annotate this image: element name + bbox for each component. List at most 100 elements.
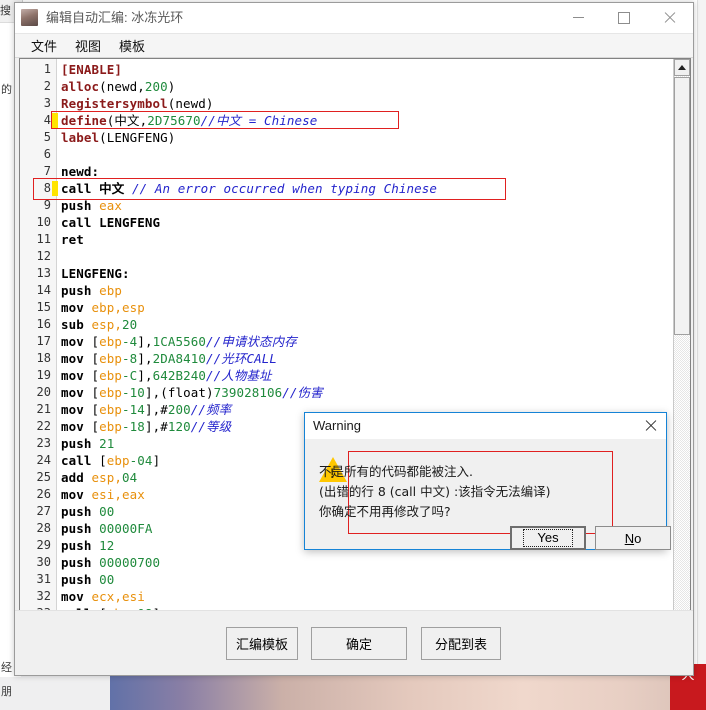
code-text-area[interactable]: [ENABLE] alloc(newd,200) Registersymbol(… bbox=[57, 59, 690, 644]
dialog-message-line-2: (出错的行 8 (call 中文) :该指令无法编译) bbox=[319, 481, 551, 500]
code-line-25: add esp,04 bbox=[61, 469, 137, 486]
code-editor[interactable]: 1234567891011121314151617181920212223242… bbox=[19, 58, 691, 645]
dialog-title-bar[interactable]: Warning bbox=[305, 413, 666, 439]
dialog-close-button[interactable] bbox=[636, 413, 666, 438]
dialog-body: ! 不是所有的代码都能被注入. (出错的行 8 (call 中文) :该指令无法… bbox=[305, 439, 666, 549]
line-number-13: 13 bbox=[21, 265, 51, 282]
editor-vertical-scrollbar[interactable] bbox=[673, 59, 690, 644]
menu-item-template[interactable]: 模板 bbox=[110, 34, 154, 57]
code-line-1: [ENABLE] bbox=[61, 61, 122, 78]
line-number-5: 5 bbox=[21, 129, 51, 146]
dialog-no-button[interactable]: No bbox=[595, 526, 671, 550]
line-number-11: 11 bbox=[21, 231, 51, 248]
line-number-23: 23 bbox=[21, 435, 51, 452]
code-line-29: push 12 bbox=[61, 537, 114, 554]
code-line-8: call 中文 // An error occurred when typing… bbox=[61, 180, 437, 197]
line-number-20: 20 bbox=[21, 384, 51, 401]
code-line-32: mov ecx,esi bbox=[61, 588, 145, 605]
bottom-button-bar: 汇编模板 确定 分配到表 bbox=[15, 610, 693, 675]
line-number-26: 26 bbox=[21, 486, 51, 503]
code-line-17: mov [ebp-4],1CA5560//申请状态内存 bbox=[61, 333, 297, 350]
code-line-10: call LENGFENG bbox=[61, 214, 160, 231]
line-number-27: 27 bbox=[21, 503, 51, 520]
code-line-16: sub esp,20 bbox=[61, 316, 137, 333]
dialog-no-label-prefix: N bbox=[625, 531, 634, 546]
line-number-1: 1 bbox=[21, 61, 51, 78]
dialog-title: Warning bbox=[313, 413, 361, 439]
title-bar[interactable]: 编辑自动汇编: 冰冻光环 bbox=[15, 3, 693, 34]
code-line-3: Registersymbol(newd) bbox=[61, 95, 214, 112]
line-number-16: 16 bbox=[21, 316, 51, 333]
code-line-20: mov [ebp-10],(float)739028106//伤害 bbox=[61, 384, 323, 401]
dialog-message-line-1: 不是所有的代码都能被注入. bbox=[319, 461, 473, 480]
line-number-2: 2 bbox=[21, 78, 51, 95]
line-number-3: 3 bbox=[21, 95, 51, 112]
minimize-icon bbox=[573, 17, 584, 18]
warning-dialog: Warning ! 不是所有的代码都能被注入. (出错的行 8 (call 中文… bbox=[304, 412, 667, 550]
line-number-7: 7 bbox=[21, 163, 51, 180]
scroll-up-button[interactable] bbox=[674, 59, 690, 76]
line-number-31: 31 bbox=[21, 571, 51, 588]
auto-assemble-window: 编辑自动汇编: 冰冻光环 文件 视图 模板 123456789101112131… bbox=[14, 2, 694, 676]
background-left-text-2: 朋 bbox=[1, 683, 21, 699]
code-line-9: push eax bbox=[61, 197, 122, 214]
code-line-11: ret bbox=[61, 231, 84, 248]
line-number-gutter: 1234567891011121314151617181920212223242… bbox=[20, 59, 57, 644]
code-line-27: push 00 bbox=[61, 503, 114, 520]
line-number-6: 6 bbox=[21, 146, 51, 163]
line-number-9: 9 bbox=[21, 197, 51, 214]
line-number-28: 28 bbox=[21, 520, 51, 537]
vertical-scrollbar-thumb[interactable] bbox=[674, 77, 690, 335]
dialog-yes-label: Yes bbox=[523, 529, 572, 547]
code-line-15: mov ebp,esp bbox=[61, 299, 145, 316]
code-line-19: mov [ebp-C],642B240//人物基址 bbox=[61, 367, 272, 384]
code-line-30: push 00000700 bbox=[61, 554, 160, 571]
code-line-5: label(LENGFENG) bbox=[61, 129, 175, 146]
line-number-17: 17 bbox=[21, 333, 51, 350]
line-number-22: 22 bbox=[21, 418, 51, 435]
error-marker-line-8 bbox=[52, 181, 58, 196]
assign-to-list-button[interactable]: 分配到表 bbox=[421, 627, 501, 660]
assemble-template-button[interactable]: 汇编模板 bbox=[226, 627, 298, 660]
line-number-14: 14 bbox=[21, 282, 51, 299]
maximize-icon bbox=[618, 12, 630, 24]
menu-bar: 文件 视图 模板 bbox=[15, 34, 693, 58]
code-line-22: mov [ebp-18],#120//等级 bbox=[61, 418, 231, 435]
line-number-8: 8 bbox=[21, 180, 51, 197]
line-number-18: 18 bbox=[21, 350, 51, 367]
line-number-32: 32 bbox=[21, 588, 51, 605]
line-number-24: 24 bbox=[21, 452, 51, 469]
line-number-25: 25 bbox=[21, 469, 51, 486]
confirm-button[interactable]: 确定 bbox=[311, 627, 407, 660]
code-line-28: push 00000FA bbox=[61, 520, 153, 537]
chevron-up-icon bbox=[678, 65, 686, 70]
window-title: 编辑自动汇编: 冰冻光环 bbox=[46, 3, 183, 33]
app-icon bbox=[21, 9, 38, 26]
minimize-button[interactable] bbox=[555, 3, 601, 32]
dialog-message-line-3: 你确定不用再修改了吗? bbox=[319, 501, 451, 520]
close-icon bbox=[664, 12, 676, 24]
desktop-background: 大 搜 的 经 朋 编辑自动汇编: 冰冻光环 文件 视图 模板 bbox=[0, 0, 706, 710]
close-button[interactable] bbox=[647, 3, 693, 32]
dialog-no-label-suffix: o bbox=[634, 531, 641, 546]
line-number-19: 19 bbox=[21, 367, 51, 384]
code-line-7: newd: bbox=[61, 163, 99, 180]
error-marker-line-4 bbox=[52, 113, 58, 128]
code-line-14: push ebp bbox=[61, 282, 122, 299]
background-right-edge bbox=[697, 0, 706, 664]
line-number-15: 15 bbox=[21, 299, 51, 316]
line-number-12: 12 bbox=[21, 248, 51, 265]
code-line-24: call [ebp-04] bbox=[61, 452, 160, 469]
line-number-4: 4 bbox=[21, 112, 51, 129]
line-number-21: 21 bbox=[21, 401, 51, 418]
line-number-30: 30 bbox=[21, 554, 51, 571]
code-line-4: define(中文,2D75670//中文 = Chinese bbox=[61, 112, 317, 129]
code-line-21: mov [ebp-14],#200//频率 bbox=[61, 401, 231, 418]
menu-item-view[interactable]: 视图 bbox=[66, 34, 110, 57]
code-line-26: mov esi,eax bbox=[61, 486, 145, 503]
line-number-29: 29 bbox=[21, 537, 51, 554]
dialog-yes-button[interactable]: Yes bbox=[510, 526, 586, 550]
close-icon bbox=[645, 420, 657, 432]
menu-item-file[interactable]: 文件 bbox=[22, 34, 66, 57]
maximize-button[interactable] bbox=[601, 3, 647, 32]
